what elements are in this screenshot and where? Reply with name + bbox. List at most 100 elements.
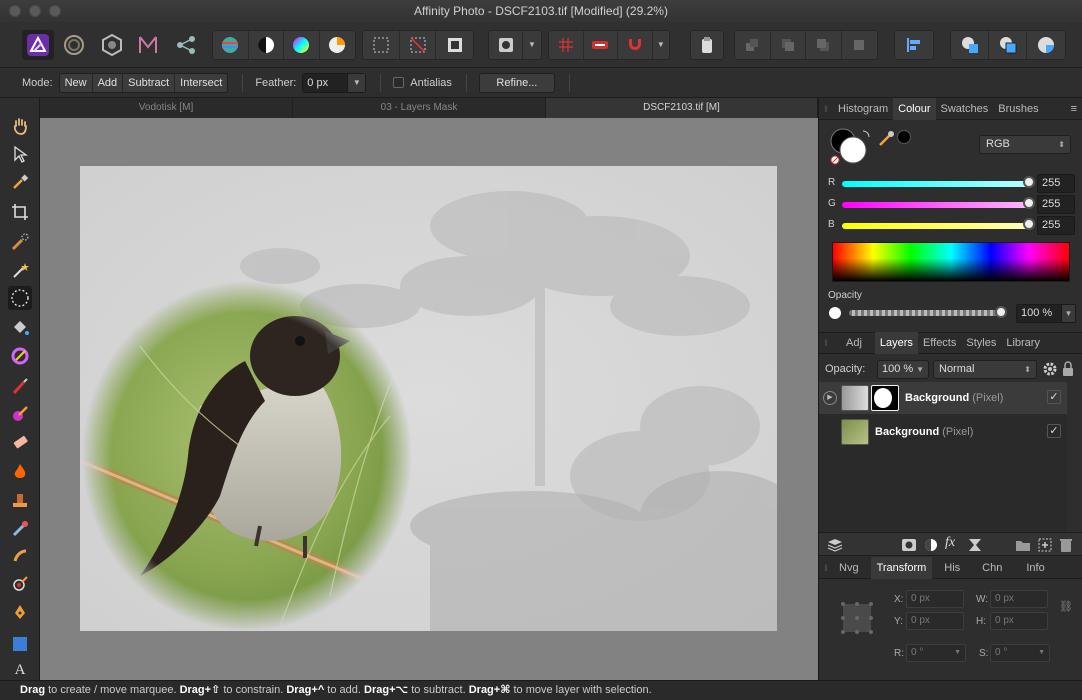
fx-icon[interactable]: fx [945,535,955,551]
smudge-tool[interactable] [8,544,32,568]
mask-thumbnail[interactable] [871,385,899,411]
tab-histogram[interactable]: Histogram [833,98,893,120]
red-eye-tool[interactable] [8,572,32,596]
shear-input[interactable]: 0 ° ▼ [990,644,1050,662]
zoom-window-button[interactable] [49,5,61,17]
link-icon[interactable]: ⛓ [1059,600,1073,613]
x-input[interactable]: 0 px [906,590,964,608]
trash-icon[interactable] [1059,537,1073,553]
eyedropper-icon[interactable] [877,128,897,148]
doc-tab-vodotisk[interactable]: Vodotisk [M] [40,98,293,118]
panel-menu-icon[interactable]: ≡ [1071,103,1077,115]
move-to-front-button[interactable] [842,31,877,59]
black-white-button[interactable] [249,31,285,59]
rotation-input[interactable]: 0 ° ▼ [906,644,966,662]
add-shape-button[interactable] [951,31,989,59]
hsl-button[interactable] [284,31,320,59]
mode-dropdown[interactable]: ▼ [488,30,542,60]
crop-tool[interactable] [8,200,32,224]
burn-tool[interactable] [8,460,32,484]
w-input[interactable]: 0 px [990,590,1048,608]
red-slider[interactable] [842,181,1032,187]
tab-brushes[interactable]: Brushes [993,98,1043,120]
erase-tool[interactable] [8,430,32,454]
quick-mask-button[interactable] [489,31,523,59]
lock-icon[interactable] [1062,361,1074,377]
paste-style-button[interactable] [691,31,723,59]
green-slider[interactable] [842,202,1032,208]
blue-slider-knob[interactable] [1023,218,1035,230]
align-button[interactable] [895,31,933,59]
white-balance-button[interactable] [320,31,355,59]
expand-arrow-icon[interactable]: ▶ [823,391,837,405]
blend-mode-select[interactable]: Normal ⬍ [933,360,1037,379]
folder-icon[interactable] [1015,537,1031,553]
rectangle-tool[interactable] [8,632,32,656]
antialias-checkbox[interactable] [393,77,405,88]
chevron-down-icon[interactable]: ▼ [347,73,366,92]
layers-stack-icon[interactable] [827,537,843,553]
tab-styles[interactable]: Styles [961,332,1001,354]
select-all-button[interactable] [363,31,400,59]
colour-wells[interactable] [829,128,871,168]
healing-brush-tool[interactable] [8,516,32,540]
layer-row[interactable]: ▶ Background (Pixel) ✓ [819,382,1067,414]
red-value[interactable]: 255 [1037,174,1075,193]
invert-selection-button[interactable] [436,31,473,59]
doc-tab-layers-mask[interactable]: 03 - Layers Mask [293,98,546,118]
artistic-text-tool[interactable]: A [8,660,32,680]
export-persona-button[interactable] [170,30,202,60]
refine-button[interactable]: Refine... [478,72,555,93]
document-canvas[interactable] [80,166,777,631]
layer-visibility-checkbox[interactable]: ✓ [1047,424,1061,438]
tab-info[interactable]: Info [1020,557,1050,579]
gradient-tool[interactable] [8,344,32,368]
add-pixel-layer-icon[interactable] [1037,537,1053,553]
color-picker-tool[interactable] [8,170,32,194]
mode-intersect-button[interactable]: Intersect [175,74,227,92]
snapping-button[interactable] [618,31,653,59]
y-input[interactable]: 0 px [906,612,964,630]
flood-fill-tool[interactable] [8,316,32,340]
elliptical-marquee-tool[interactable] [8,286,32,310]
assistant-button[interactable] [584,31,619,59]
tab-adjustments[interactable]: Adj [833,332,875,354]
gear-icon[interactable] [1042,361,1058,377]
mode-new-button[interactable]: New [60,73,93,92]
color-replacement-tool[interactable] [8,402,32,426]
view-tool[interactable] [8,114,32,138]
layer-visibility-checkbox[interactable]: ✓ [1047,390,1061,404]
pen-tool[interactable] [8,600,32,624]
blue-value[interactable]: 255 [1037,216,1075,235]
move-back-one-button[interactable] [771,31,807,59]
adjustment-layer-icon[interactable] [923,537,939,553]
colour-spectrum[interactable] [832,242,1070,282]
green-value[interactable]: 255 [1037,195,1075,214]
subtract-shape-button[interactable] [989,31,1027,59]
levels-button[interactable] [213,31,249,59]
canvas-area[interactable] [40,118,818,680]
liquify-persona-button[interactable] [58,30,90,60]
layer-row[interactable]: Background (Pixel) ✓ [819,416,1067,448]
layer-opacity-select[interactable]: 100 % ▼ [877,360,929,379]
opacity-slider[interactable] [849,310,1001,316]
minimize-window-button[interactable] [29,5,41,17]
tab-colour[interactable]: Colour [893,97,936,120]
intersect-shape-button[interactable] [1027,31,1065,59]
grip-icon[interactable]: ‖ [819,563,833,573]
tab-navigator[interactable]: Nvg [833,557,871,579]
tab-channels[interactable]: Chn [976,557,1020,579]
clone-tool[interactable] [8,488,32,512]
grip-icon[interactable]: ‖ [819,104,833,114]
move-tool[interactable] [8,142,32,166]
tone-map-persona-button[interactable] [132,30,164,60]
opacity-slider-knob[interactable] [995,306,1007,318]
tab-transform[interactable]: Transform [870,556,933,579]
tab-effects[interactable]: Effects [918,332,961,354]
move-to-back-button[interactable] [735,31,771,59]
tab-library[interactable]: Library [1001,332,1045,354]
grid-button[interactable] [549,31,584,59]
mode-subtract-button[interactable]: Subtract [123,73,176,92]
paint-brush-tool[interactable] [8,374,32,398]
tab-history[interactable]: His [932,557,976,579]
